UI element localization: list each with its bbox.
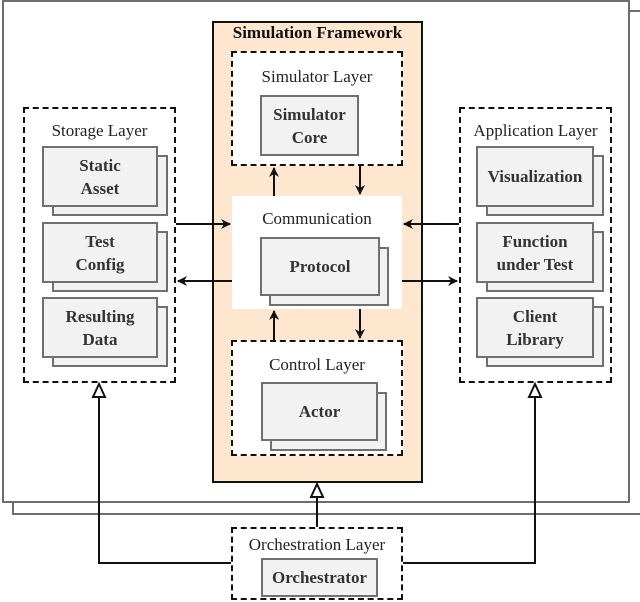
triangle-head-framework — [309, 481, 325, 498]
orchestrator-to-app-line — [403, 397, 536, 564]
orchestrator-to-storage-line — [98, 397, 231, 564]
triangle-head-app — [527, 381, 543, 398]
triangle-head-storage — [91, 381, 107, 398]
connectors — [91, 166, 543, 564]
